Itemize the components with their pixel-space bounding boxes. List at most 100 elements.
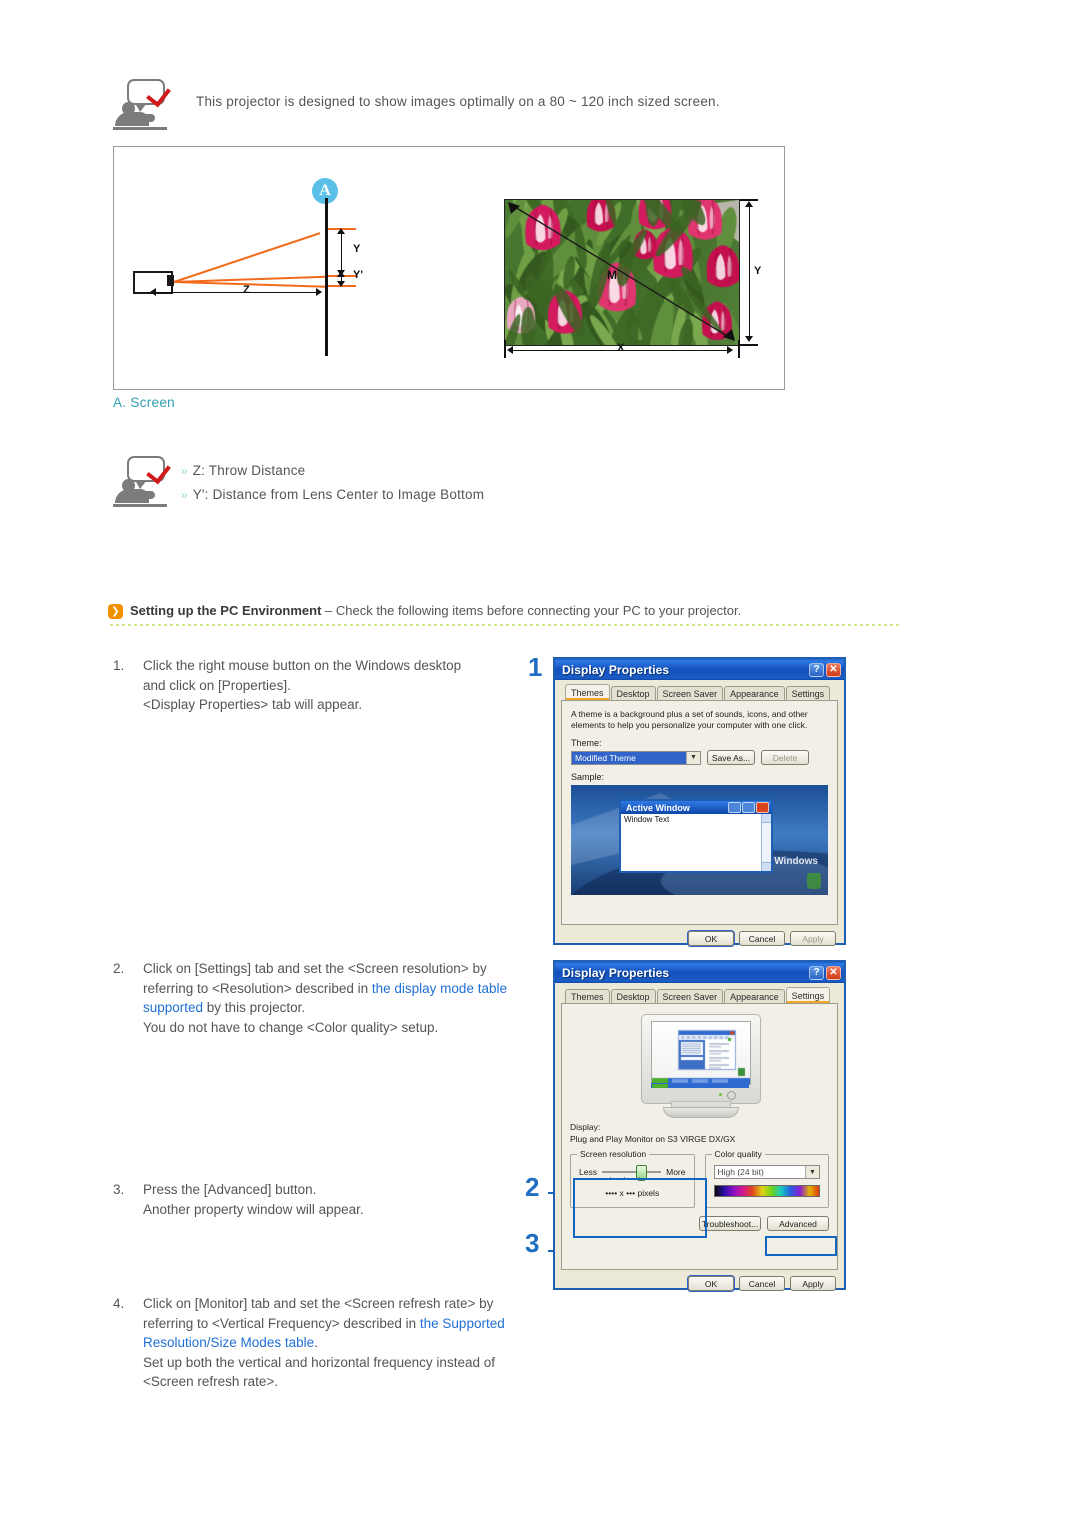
dim-y-arrow-top (337, 228, 345, 234)
chevron-down-icon[interactable]: ▼ (686, 752, 700, 764)
dim-z-line (155, 292, 321, 293)
dim-z-label: Z (243, 284, 250, 296)
tab-desktop[interactable]: Desktop (611, 686, 656, 700)
tabstrip[interactable]: Themes Desktop Screen Saver Appearance S… (561, 685, 838, 700)
dim-x-arrow-right (727, 346, 733, 354)
dim-yr-arrow-bottom (745, 336, 753, 342)
dim-z-arrow-right (316, 288, 322, 296)
callout-2: 2 (525, 1172, 539, 1203)
tab-settings[interactable]: Settings (786, 686, 831, 700)
troubleshoot-button[interactable]: Troubleshoot... (699, 1216, 761, 1231)
legend-item: » Y': Distance from Lens Center to Image … (181, 483, 484, 507)
display-properties-dialog-themes[interactable]: Display Properties ? ✕ Themes Desktop Sc… (553, 657, 846, 945)
help-icon[interactable]: ? (809, 966, 824, 980)
step-number: 4. (113, 1294, 143, 1392)
close-icon[interactable]: ✕ (826, 663, 841, 677)
titlebar[interactable]: Display Properties ? ✕ (555, 659, 844, 680)
color-gradient-bar (714, 1185, 821, 1197)
step-line: Click on [Settings] tab and set the <Scr… (143, 959, 507, 979)
screen-resolution-group: Screen resolution Less More •••• x ••• p… (570, 1154, 695, 1208)
callout-1: 1 (528, 652, 542, 683)
resolution-less-label: Less (579, 1167, 597, 1178)
titlebar[interactable]: Display Properties ? ✕ (555, 962, 844, 983)
ok-button[interactable]: OK (688, 1276, 734, 1291)
note-person-icon-2 (113, 455, 171, 513)
step-text-run: . (314, 1335, 318, 1350)
help-icon[interactable]: ? (809, 663, 824, 677)
close-icon[interactable]: ✕ (826, 966, 841, 980)
section-subtitle: – Check the following items before conne… (321, 603, 741, 618)
dim-yr-tick-top (740, 199, 758, 201)
step-4: 4. Click on [Monitor] tab and set the <S… (113, 1294, 533, 1392)
advanced-button[interactable]: Advanced (767, 1216, 829, 1231)
step-number: 3. (113, 1180, 143, 1219)
display-properties-dialog-settings[interactable]: Display Properties ? ✕ Themes Desktop Sc… (553, 960, 846, 1290)
close-icon (756, 802, 769, 813)
apply-button: Apply (790, 931, 836, 946)
step-text-run: <Display Properties> tab will appear. (143, 697, 362, 712)
chevron-down-icon[interactable]: ▼ (805, 1166, 819, 1178)
color-quality-value: High (24 bit) (715, 1166, 806, 1178)
step-text-run: by this projector. (203, 1000, 305, 1015)
theme-description: A theme is a background plus a set of so… (571, 709, 828, 731)
step-text: Press the [Advanced] button. Another prop… (143, 1180, 364, 1219)
dialog-title: Display Properties (562, 966, 807, 980)
windows-logo-text: Windows (774, 856, 818, 867)
step-number: 1. (113, 656, 143, 715)
apply-button[interactable]: Apply (790, 1276, 836, 1291)
dim-y-line (341, 230, 342, 275)
step-text-run: You do not have to change <Color quality… (143, 1020, 438, 1035)
section-divider (110, 624, 900, 626)
tab-screen-saver[interactable]: Screen Saver (657, 989, 724, 1003)
sample-scrollbar (761, 814, 771, 871)
sample-window-title: Active Window (623, 803, 727, 813)
tabstrip[interactable]: Themes Desktop Screen Saver Appearance S… (561, 988, 838, 1003)
recycle-bin-icon (807, 873, 821, 889)
dim-x-label: X (617, 342, 624, 354)
dim-x-arrow-left (507, 346, 513, 354)
step-line: Click on [Monitor] tab and set the <Scre… (143, 1294, 505, 1314)
tab-settings[interactable]: Settings (786, 987, 831, 1003)
inline-link[interactable]: the display mode table (372, 981, 507, 996)
dialog-title: Display Properties (562, 663, 807, 677)
dim-x-tick-right (738, 340, 740, 358)
step-3: 3. Press the [Advanced] button. Another p… (113, 1180, 513, 1219)
tab-themes[interactable]: Themes (565, 684, 610, 700)
ok-button[interactable]: OK (688, 931, 734, 946)
theme-value: Modified Theme (572, 752, 686, 764)
theme-select[interactable]: Modified Theme ▼ (571, 751, 701, 765)
callout-3: 3 (525, 1228, 539, 1259)
orange-chevron-icon: ❯ (108, 604, 123, 619)
dim-yp-arrow-bottom (337, 281, 345, 287)
step-2: 2. Click on [Settings] tab and set the <… (113, 959, 523, 1037)
step-line: Click the right mouse button on the Wind… (143, 656, 461, 676)
step-text-run: referring to <Resolution> described in (143, 981, 372, 996)
step-line: referring to <Resolution> described in t… (143, 979, 507, 999)
color-quality-group: Color quality High (24 bit) ▼ (705, 1154, 830, 1208)
cancel-button[interactable]: Cancel (739, 931, 785, 946)
manual-page: This projector is designed to show image… (0, 0, 1080, 1528)
tab-themes[interactable]: Themes (565, 989, 610, 1003)
arrow-bullet-icon: » (181, 484, 186, 507)
dim-yr-label: Y (754, 265, 761, 277)
save-as-button[interactable]: Save As... (707, 750, 755, 765)
color-quality-select[interactable]: High (24 bit) ▼ (714, 1165, 821, 1179)
tab-screen-saver[interactable]: Screen Saver (657, 686, 724, 700)
step-line: Another property window will appear. (143, 1200, 364, 1220)
step-text-run: Click on [Settings] tab and set the <Scr… (143, 961, 487, 976)
inline-link[interactable]: Resolution/Size Modes table (143, 1335, 314, 1350)
inline-link[interactable]: supported (143, 1000, 203, 1015)
tab-appearance[interactable]: Appearance (724, 686, 785, 700)
screen-photo (504, 199, 740, 346)
dim-yp-label: Y' (353, 269, 363, 281)
dim-yr-line (749, 206, 750, 340)
sample-label: Sample: (571, 772, 828, 782)
top-note-text: This projector is designed to show image… (196, 90, 720, 113)
inline-link[interactable]: the Supported (420, 1316, 505, 1331)
step-line: and click on [Properties]. (143, 676, 461, 696)
step-line: <Screen refresh rate>. (143, 1372, 505, 1392)
cancel-button[interactable]: Cancel (739, 1276, 785, 1291)
tab-appearance[interactable]: Appearance (724, 989, 785, 1003)
tab-desktop[interactable]: Desktop (611, 989, 656, 1003)
section-title: Setting up the PC Environment (130, 603, 321, 618)
